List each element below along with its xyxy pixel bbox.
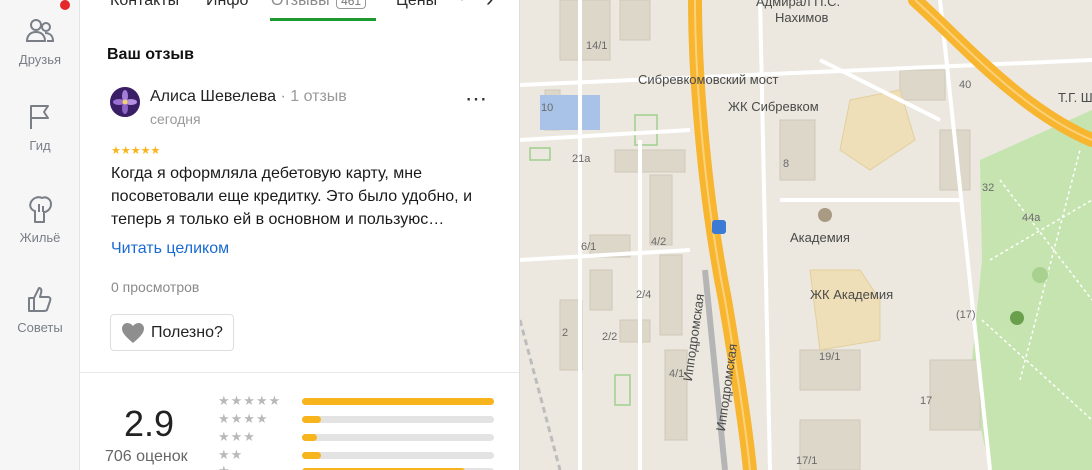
- friends-icon: [25, 19, 55, 42]
- house-number: 17: [920, 395, 933, 407]
- dist-fill-5: [302, 398, 494, 405]
- dist-fill-2: [302, 452, 322, 459]
- section-title: Ваш отзыв: [107, 46, 194, 63]
- dist-fill-4: [302, 416, 322, 423]
- tab-prices[interactable]: Цены: [396, 0, 437, 10]
- rail-item-friends[interactable]: Друзья: [0, 16, 80, 67]
- review-author: Алиса Шевелева · 1 отзыв: [150, 88, 347, 106]
- review-date: сегодня: [150, 111, 201, 127]
- tab-contacts[interactable]: Контакты: [110, 0, 179, 10]
- dist-bar-3: [302, 434, 494, 441]
- house-number: 17/1: [796, 455, 818, 467]
- map-view[interactable]: Сибревкомовский мост Адмирал П.С. Нахимо…: [520, 0, 1092, 470]
- map-label-nakhimov[interactable]: Нахимов: [775, 10, 828, 25]
- park-area: [970, 110, 1092, 470]
- author-separator: ·: [280, 88, 291, 105]
- map-label-akademia[interactable]: Академия: [790, 230, 850, 245]
- app-root: Друзья Гид Жильё Советы Контакты Инфо От…: [0, 0, 1092, 470]
- house-number: 2/4: [636, 289, 652, 301]
- house-icon: [29, 196, 52, 223]
- map-label-zhk-akademia[interactable]: ЖК Академия: [810, 287, 893, 302]
- flag-icon: [30, 105, 49, 129]
- house-number: 2: [562, 327, 569, 339]
- rating-count: 706 оценок: [105, 448, 188, 465]
- flower-avatar-image: [110, 87, 140, 117]
- map-label-admiral[interactable]: Адмирал П.С.: [756, 0, 840, 9]
- rating-value: 2.9: [124, 403, 175, 444]
- house-number: 21а: [572, 153, 591, 165]
- useful-label: Полезно?: [151, 323, 223, 341]
- house-number: 44а: [1022, 212, 1041, 224]
- thumbs-up-icon: [28, 287, 52, 312]
- chevron-right-icon[interactable]: ›: [486, 0, 493, 12]
- house-number: 10: [541, 102, 554, 114]
- house-number: (17): [956, 309, 976, 321]
- rail-item-tips[interactable]: Советы: [0, 284, 80, 335]
- read-more-link[interactable]: Читать целиком: [111, 240, 229, 258]
- more-options-icon[interactable]: ⋯: [465, 86, 488, 112]
- rail-label-friends: Друзья: [18, 52, 62, 67]
- rail-label-guide: Гид: [29, 138, 51, 153]
- rail-label-housing: Жильё: [19, 230, 61, 245]
- heart-icon: [122, 322, 144, 343]
- section-divider: [80, 372, 519, 373]
- dist-bar-5: [302, 398, 494, 405]
- dist-stars-4: ★★★★: [218, 411, 269, 426]
- rail-item-guide[interactable]: Гид: [0, 102, 80, 153]
- tab-overflow-hint: Ф: [456, 0, 480, 6]
- tab-bar: Контакты Инфо Отзывы 461 Цены Ф ›: [80, 0, 519, 28]
- academy-poi-marker: [818, 208, 832, 222]
- author-review-count: 1 отзыв: [290, 88, 347, 105]
- dist-stars-2: ★★: [218, 447, 244, 462]
- useful-button[interactable]: Полезно?: [110, 314, 234, 351]
- dist-fill-3: [302, 434, 318, 441]
- dist-bar-2: [302, 452, 494, 459]
- map-label-shevchenko[interactable]: Т.Г. Шевч: [1058, 90, 1092, 105]
- house-number: 4/2: [651, 236, 667, 248]
- park-poi-marker: [1010, 311, 1024, 325]
- reviews-count-badge: 461: [336, 0, 367, 9]
- dist-bar-4: [302, 416, 494, 423]
- side-rail: Друзья Гид Жильё Советы: [0, 0, 80, 470]
- review-text: Когда я оформляла дебетовую карту, мне п…: [111, 165, 472, 228]
- map-label-zhk-sibrevkom[interactable]: ЖК Сибревком: [728, 99, 819, 114]
- tab-reviews[interactable]: Отзывы 461: [271, 0, 367, 10]
- tab-info[interactable]: Инфо: [206, 0, 248, 10]
- house-number: 4/1: [669, 368, 685, 380]
- house-number: 40: [959, 79, 972, 91]
- dist-stars-3: ★★★: [218, 429, 256, 444]
- house-number: 14/1: [586, 40, 608, 52]
- avatar[interactable]: [110, 87, 140, 117]
- house-number: 6/1: [581, 241, 597, 253]
- review-stars: ★★★★★: [111, 145, 161, 157]
- tab-reviews-label: Отзывы: [271, 0, 330, 9]
- rail-item-housing[interactable]: Жильё: [0, 194, 80, 245]
- org-panel: Контакты Инфо Отзывы 461 Цены Ф › Ваш от…: [80, 0, 520, 470]
- house-number: 19/1: [819, 351, 841, 363]
- house-number: 8: [783, 158, 790, 170]
- rail-label-tips: Советы: [17, 320, 63, 335]
- author-name[interactable]: Алиса Шевелева: [150, 88, 276, 105]
- dist-stars-1: ★: [218, 463, 231, 470]
- dist-stars-5: ★★★★★: [218, 393, 282, 408]
- views-count: 0 просмотров: [111, 279, 200, 295]
- bus-stop-marker: [712, 220, 726, 234]
- house-number: 2/2: [602, 331, 618, 343]
- notification-dot: [60, 0, 70, 10]
- house-number: 32: [982, 182, 995, 194]
- active-tab-indicator: [270, 18, 376, 21]
- map-label-bridge[interactable]: Сибревкомовский мост: [638, 72, 778, 87]
